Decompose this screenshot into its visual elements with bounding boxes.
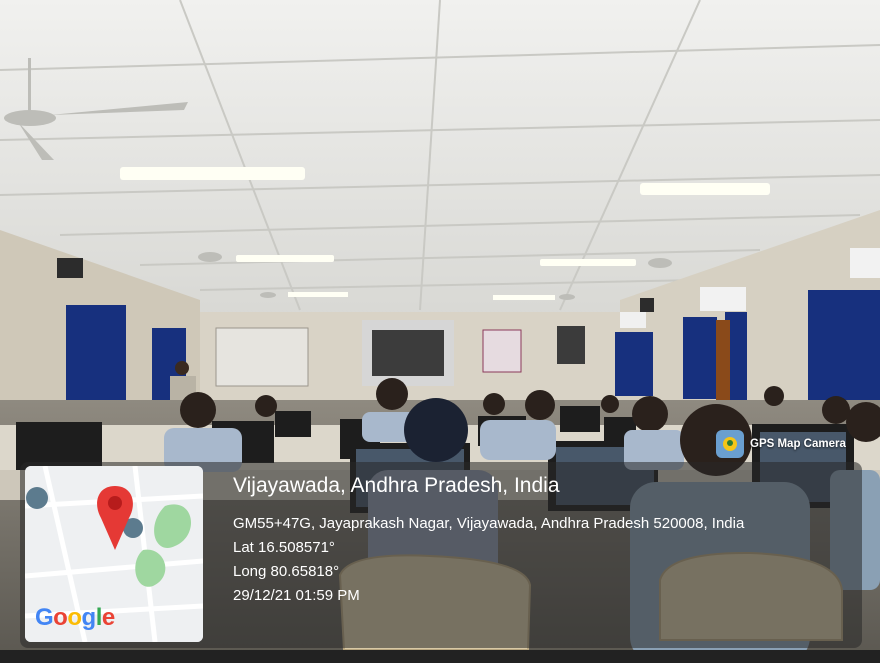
location-city: Vijayawada, Andhra Pradesh, India bbox=[233, 474, 560, 497]
location-longitude: Long 80.65818° bbox=[233, 563, 340, 580]
gps-camera-label: GPS Map Camera bbox=[750, 438, 846, 450]
location-latitude: Lat 16.508571° bbox=[233, 539, 335, 556]
camera-pin-icon bbox=[716, 430, 744, 458]
map-thumbnail: Google bbox=[25, 466, 203, 642]
location-timestamp: 29/12/21 01:59 PM bbox=[233, 587, 360, 604]
google-logo: Google bbox=[35, 604, 115, 631]
whiteboard bbox=[215, 327, 309, 387]
poster bbox=[482, 329, 522, 373]
location-info: Vijayawada, Andhra Pradesh, India GM55+4… bbox=[233, 474, 744, 608]
gps-camera-badge: GPS Map Camera bbox=[716, 430, 846, 458]
speaker bbox=[557, 326, 585, 364]
location-address: GM55+47G, Jayaprakash Nagar, Vijayawada,… bbox=[233, 515, 745, 532]
